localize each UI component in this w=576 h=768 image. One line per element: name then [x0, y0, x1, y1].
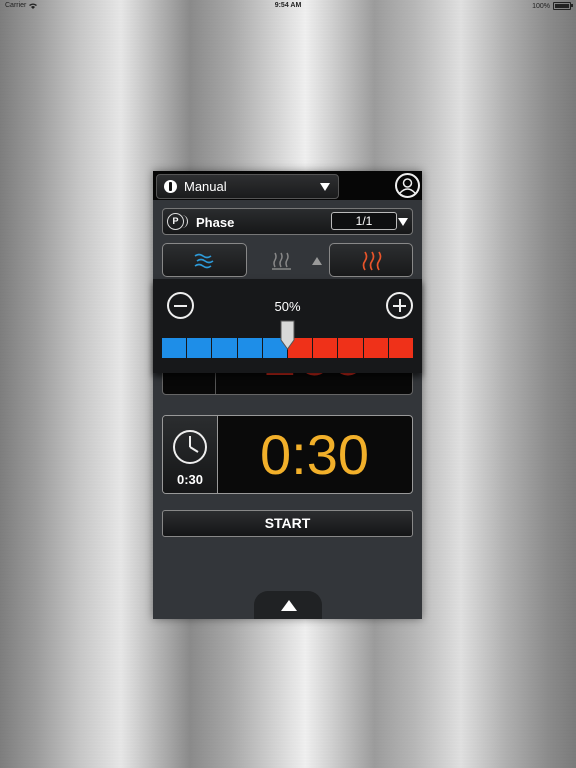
tab-steam[interactable] [162, 243, 247, 277]
tab-hot-air[interactable] [329, 243, 413, 277]
start-button[interactable]: START [162, 510, 413, 537]
clock-icon [173, 430, 207, 464]
timer-icon-box: 0:30 [163, 416, 218, 493]
combi-icon [272, 252, 291, 270]
phase-label: Phase [196, 215, 235, 230]
status-right: 100% [532, 2, 573, 10]
user-icon [399, 178, 416, 194]
top-bar: Manual [153, 171, 422, 200]
chevron-down-icon [320, 183, 330, 191]
humidity-segment [237, 338, 262, 358]
humidity-percent: 50% [274, 299, 301, 314]
slider-thumb[interactable] [280, 320, 295, 350]
phase-count: 1/1 [331, 212, 397, 230]
humidity-segment [212, 338, 237, 358]
battery-label: 100% [532, 2, 550, 10]
humidity-segment [187, 338, 212, 358]
hot-air-icon [362, 251, 382, 271]
humidity-segment [313, 338, 338, 358]
power-icon [164, 180, 177, 193]
humidity-segment [162, 338, 187, 358]
active-tab-indicator-icon [312, 257, 322, 265]
steam-icon [194, 253, 214, 269]
status-bar: Carrier 9:54 AM 100% [0, 0, 576, 12]
humidity-popover: 50% [153, 279, 422, 373]
humidity-segment [363, 338, 388, 358]
timer-small-value: 0:30 [176, 472, 204, 487]
battery-icon [553, 2, 573, 10]
chevron-down-icon [398, 218, 408, 226]
mode-label: Manual [184, 179, 227, 194]
timer-value: 0:30 [260, 423, 369, 486]
chevron-up-icon [281, 600, 297, 611]
oven-control-panel: Manual P Phase 1/1 50% 0:30 0:30 START [153, 171, 422, 619]
expand-drawer-button[interactable] [254, 591, 322, 619]
increase-button[interactable] [386, 292, 413, 319]
cooking-mode-tabs [162, 243, 413, 279]
user-button[interactable] [395, 173, 420, 198]
humidity-segment [338, 338, 363, 358]
humidity-segment [388, 338, 414, 358]
mode-select[interactable]: Manual [156, 174, 339, 199]
program-icon: P [167, 213, 188, 230]
phase-selector[interactable]: P Phase 1/1 [162, 208, 413, 235]
timer-panel[interactable]: 0:30 0:30 [162, 415, 413, 494]
status-time: 9:54 AM [274, 2, 302, 9]
